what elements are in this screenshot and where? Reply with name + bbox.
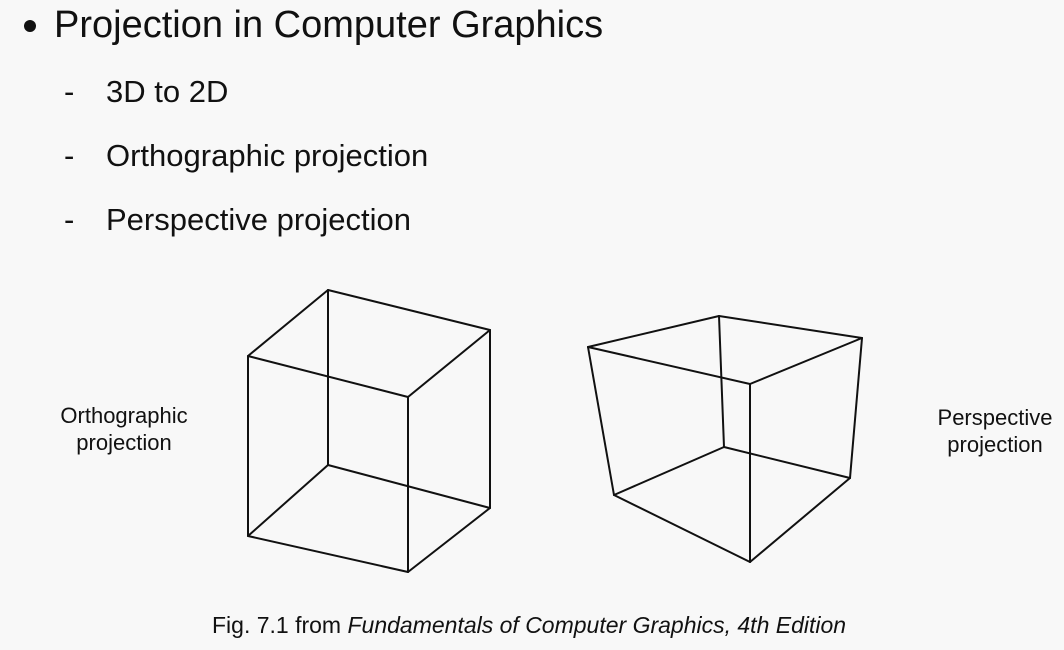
dash-icon: - <box>64 74 75 109</box>
slide-title: Projection in Computer Graphics <box>54 4 604 46</box>
sub-bullet-label: 3D to 2D <box>106 74 229 109</box>
perspective-label-line2: projection <box>947 432 1043 457</box>
bullet-icon <box>24 20 36 32</box>
perspective-label: Perspective projection <box>930 404 1060 458</box>
perspective-label-line1: Perspective <box>937 405 1053 430</box>
orthographic-label-line1: Orthographic <box>60 403 188 428</box>
perspective-cube <box>587 315 863 563</box>
sub-bullet-label: Perspective projection <box>106 202 411 237</box>
dash-icon: - <box>64 202 75 237</box>
main-bullet: Projection in Computer Graphics <box>24 6 603 44</box>
caption-prefix: Fig. 7.1 from <box>212 612 348 638</box>
sub-bullet-orthographic: - Orthographic projection <box>64 140 428 172</box>
caption-title: Fundamentals of Computer Graphics, 4th E… <box>347 612 847 638</box>
orthographic-cube <box>247 289 491 573</box>
sub-bullet-perspective: - Perspective projection <box>64 204 411 236</box>
figure-caption: Fig. 7.1 from Fundamentals of Computer G… <box>212 612 846 638</box>
dash-icon: - <box>64 138 75 173</box>
sub-bullet-3d-to-2d: - 3D to 2D <box>64 76 228 108</box>
orthographic-label-line2: projection <box>76 430 172 455</box>
sub-bullet-label: Orthographic projection <box>106 138 429 173</box>
slide: Projection in Computer Graphics - 3D to … <box>0 0 1064 650</box>
orthographic-label: Orthographic projection <box>50 402 198 456</box>
